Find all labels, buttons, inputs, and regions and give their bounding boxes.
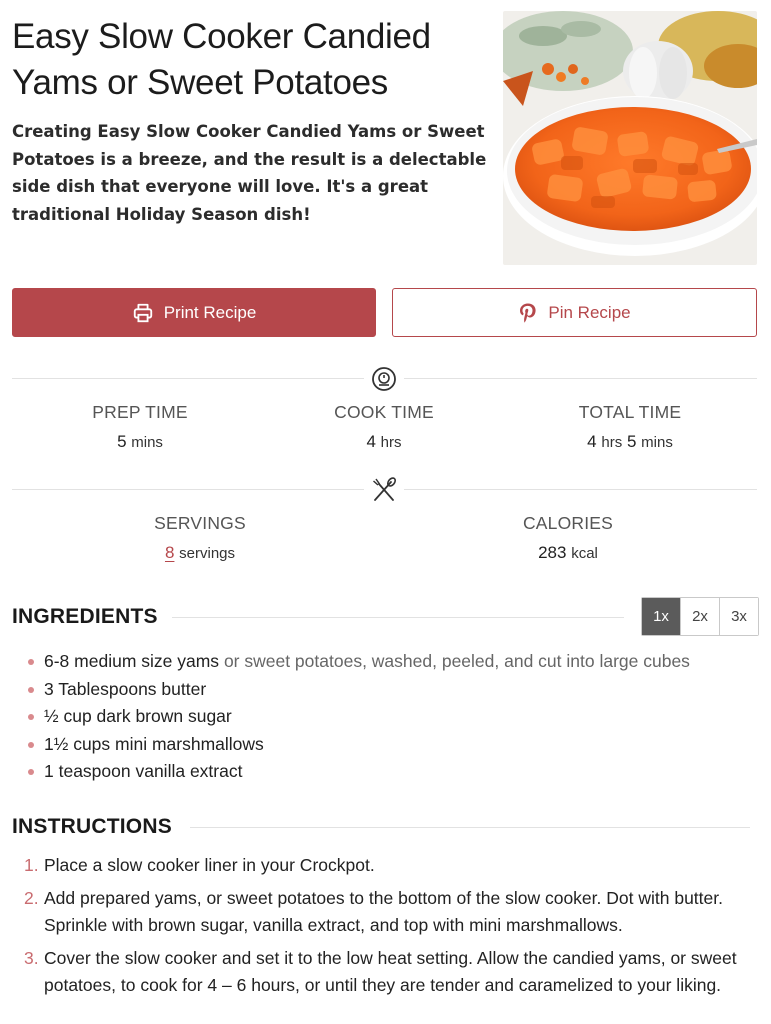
ingredient-item: 1 teaspoon vanilla extract: [28, 758, 690, 786]
total-time-mins-unit: mins: [641, 434, 673, 451]
step-text: Add prepared yams, or sweet potatoes to …: [44, 887, 723, 936]
step-number: 3.: [24, 947, 39, 968]
instruction-step: 1. Place a slow cooker liner in your Cro…: [20, 852, 740, 880]
step-number: 2.: [24, 887, 39, 908]
pinterest-icon: [520, 303, 536, 323]
ingredient-text: 1½ cups mini marshmallows: [44, 733, 264, 754]
print-recipe-button[interactable]: Print Recipe: [12, 288, 376, 337]
prep-time: PREP TIME 5 mins: [40, 402, 240, 452]
ingredient-item: 3 Tablespoons butter: [28, 676, 690, 704]
ingredient-item: 1½ cups mini marshmallows: [28, 731, 690, 759]
prep-time-value: 5 mins: [40, 432, 240, 452]
ingredient-item: 6-8 medium size yams or sweet potatoes, …: [28, 648, 690, 676]
cook-time-value: 4 hrs: [284, 432, 484, 452]
total-time-hours-unit: hrs: [601, 434, 623, 451]
recipe-title: Easy Slow Cooker Candied Yams or Sweet P…: [12, 17, 431, 102]
calories-unit: kcal: [571, 545, 598, 562]
servings-unit: servings: [179, 545, 236, 562]
step-text: Place a slow cooker liner in your Crockp…: [44, 855, 375, 875]
pin-recipe-label: Pin Recipe: [548, 302, 631, 322]
cook-time-unit: hrs: [380, 434, 402, 451]
ingredient-text: ½ cup dark brown sugar: [44, 706, 232, 726]
calories: CALORIES 283 kcal: [468, 513, 668, 563]
instruction-step: 2. Add prepared yams, or sweet potatoes …: [20, 885, 740, 940]
total-time-value: 4 hrs 5 mins: [530, 432, 730, 452]
recipe-photo: [503, 11, 757, 265]
servings: SERVINGS 8 servings: [100, 513, 300, 563]
cook-time-number: 4: [366, 432, 376, 451]
print-recipe-label: Print Recipe: [163, 302, 257, 322]
servings-adjust-link[interactable]: 8: [165, 543, 174, 562]
recipe-summary: Creating Easy Slow Cooker Candied Yams o…: [12, 122, 487, 224]
calories-value: 283 kcal: [468, 543, 668, 563]
ingredient-item: ½ cup dark brown sugar: [28, 703, 690, 731]
printer-icon: [133, 303, 152, 322]
total-time-mins: 5: [626, 432, 637, 451]
instructions-heading-line: [190, 827, 750, 828]
recipe-card: Easy Slow Cooker Candied Yams or Sweet P…: [0, 0, 771, 1024]
ingredients-list: 6-8 medium size yams or sweet potatoes, …: [28, 648, 690, 786]
instruction-step: 3. Cover the slow cooker and set it to t…: [20, 945, 740, 1000]
total-time-hours: 4: [587, 432, 597, 451]
step-text: Cover the slow cooker and set it to the …: [44, 947, 737, 996]
prep-time-unit: mins: [131, 434, 163, 451]
cook-time-label: COOK TIME: [334, 402, 434, 422]
instructions-list: 1. Place a slow cooker liner in your Cro…: [20, 852, 740, 1005]
instructions-heading: INSTRUCTIONS: [12, 815, 172, 838]
ingredient-text: 1 teaspoon vanilla extract: [44, 761, 243, 781]
scale-3x-button[interactable]: 3x: [719, 598, 758, 635]
scale-1x-button[interactable]: 1x: [642, 598, 680, 635]
cook-time: COOK TIME 4 hrs: [284, 402, 484, 452]
ingredients-heading: INGREDIENTS: [12, 605, 158, 628]
total-time: TOTAL TIME 4 hrs 5 mins: [530, 402, 730, 452]
timer-icon: [364, 364, 404, 394]
ingredients-heading-line: [172, 617, 624, 618]
ingredient-note: or sweet potatoes, washed, peeled, and c…: [223, 651, 690, 671]
servings-value: 8 servings: [100, 543, 300, 563]
recipe-scale-selector: 1x 2x 3x: [641, 597, 759, 636]
step-number: 1.: [24, 855, 39, 875]
total-time-label: TOTAL TIME: [578, 402, 682, 422]
ingredient-text: 6-8 medium size yams: [44, 651, 220, 671]
servings-label: SERVINGS: [154, 513, 246, 533]
ingredient-text: 3 Tablespoons butter: [44, 678, 207, 699]
prep-time-number: 5: [117, 432, 127, 451]
calories-label: CALORIES: [522, 513, 614, 533]
scale-2x-button[interactable]: 2x: [680, 598, 719, 635]
prep-time-label: PREP TIME: [92, 402, 188, 422]
calories-number: 283: [538, 543, 567, 562]
utensils-icon: [364, 475, 404, 505]
pin-recipe-button[interactable]: Pin Recipe: [392, 288, 757, 337]
